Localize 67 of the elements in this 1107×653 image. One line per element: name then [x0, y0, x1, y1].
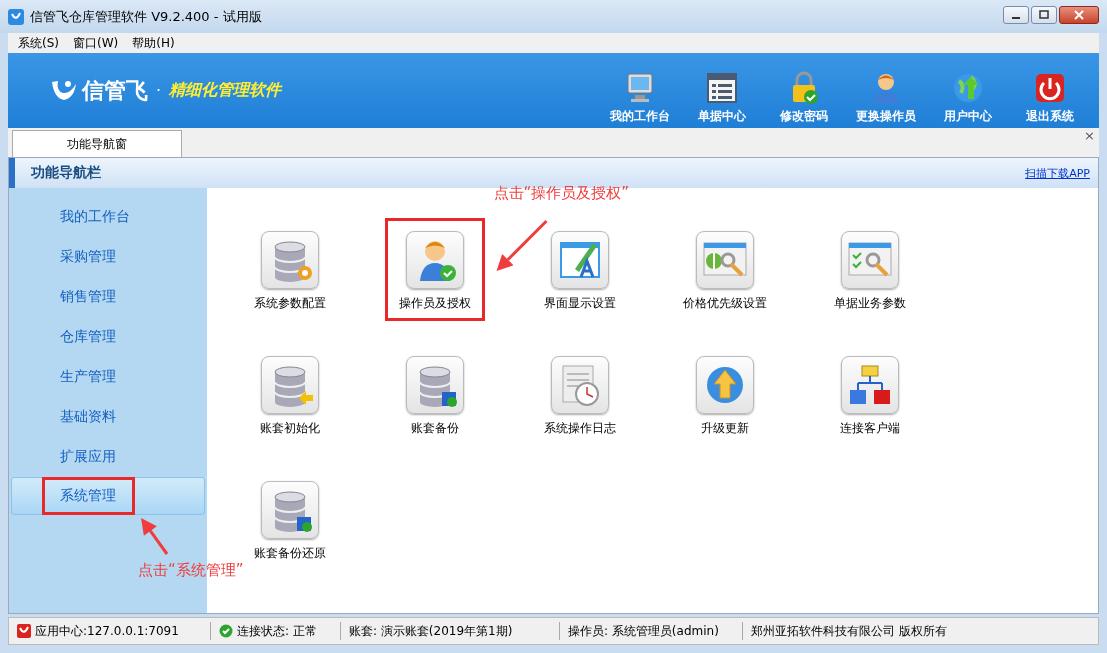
status-text: 郑州亚拓软件科技有限公司 版权所有	[751, 622, 947, 640]
tile-label: 系统参数配置	[253, 295, 326, 312]
power-icon	[1033, 71, 1067, 105]
menu-item[interactable]: 窗口(W)	[73, 34, 119, 52]
sidebar-item[interactable]: 销售管理	[9, 277, 207, 317]
sidebar-item[interactable]: 扩展应用	[9, 437, 207, 477]
sidebar-item[interactable]: 采购管理	[9, 237, 207, 277]
window-title: 信管飞仓库管理软件 V9.2.400 - 试用版	[30, 7, 263, 26]
tile-button[interactable]	[550, 356, 609, 414]
toolbar-button[interactable]: 退出系统	[1009, 71, 1091, 125]
close-tab-button[interactable]: ×	[1084, 128, 1095, 143]
status-text: 连接状态: 正常	[237, 622, 317, 640]
menu-item[interactable]: 帮助(H)	[132, 34, 175, 52]
tile-button[interactable]	[840, 231, 899, 289]
tile-button[interactable]	[840, 356, 899, 414]
tile-label: 账套初始化	[259, 420, 320, 437]
panel-title: 功能导航栏	[31, 164, 101, 182]
download-app-link[interactable]: 扫描下载APP	[1025, 165, 1090, 181]
annotation-text: 点击“操作员及授权”	[493, 184, 630, 203]
close-icon	[1074, 10, 1084, 20]
menu-item[interactable]: 系统(S)	[18, 34, 59, 52]
tile-label: 升级更新	[700, 420, 749, 437]
tab[interactable]: 功能导航窗	[12, 130, 182, 157]
status-text: 应用中心:127.0.0.1:7091	[35, 622, 179, 640]
toolbar-button[interactable]: 我的工作台	[599, 71, 681, 125]
list-icon	[705, 71, 739, 105]
tile-label: 价格优先级设置	[682, 295, 767, 312]
maximize-icon	[1039, 10, 1049, 20]
check-icon	[219, 624, 233, 638]
toolbar-button[interactable]: 单据中心	[681, 71, 763, 125]
brand-slogan: 精细化管理软件	[169, 80, 282, 101]
tile-label: 操作员及授权	[398, 295, 471, 312]
app-logo-icon	[8, 8, 24, 25]
toolbar-button[interactable]: 用户中心	[927, 71, 1009, 125]
tile-button[interactable]	[260, 231, 319, 289]
tile-label: 连接客户端	[839, 420, 900, 437]
sidebar-item[interactable]: 系统管理	[11, 477, 205, 515]
minimize-button[interactable]	[1003, 6, 1029, 24]
status-text: 账套: 演示账套(2019年第1期)	[349, 622, 513, 640]
tile-label: 单据业务参数	[833, 295, 906, 312]
tile-label: 账套备份	[410, 420, 459, 437]
sidebar-item[interactable]: 生产管理	[9, 357, 207, 397]
minimize-icon	[1012, 17, 1020, 19]
callout-arrow	[496, 219, 548, 271]
tile-button[interactable]	[260, 356, 319, 414]
maximize-button[interactable]	[1031, 6, 1057, 24]
globe-icon	[951, 71, 985, 105]
tile-button[interactable]	[260, 481, 319, 539]
sidebar-item[interactable]: 基础资料	[9, 397, 207, 437]
status-text: 操作员: 系统管理员(admin)	[568, 622, 719, 640]
brand-name: 信管飞	[82, 76, 148, 105]
toolbar-button[interactable]: 更换操作员	[845, 71, 927, 125]
toolbar-button[interactable]: 修改密码	[763, 71, 845, 125]
tile-button[interactable]	[405, 231, 464, 289]
tile-button[interactable]	[695, 356, 754, 414]
tile-label: 账套备份还原	[253, 545, 326, 562]
brand-separator: ·	[156, 81, 162, 100]
sidebar-item[interactable]: 我的工作台	[9, 197, 207, 237]
tile-label: 界面显示设置	[543, 295, 616, 312]
close-button[interactable]	[1059, 6, 1099, 24]
tile-label: 系统操作日志	[543, 420, 616, 437]
callout-arrow	[141, 518, 169, 555]
tile-button[interactable]	[550, 231, 609, 289]
annotation-text: 点击“系统管理”	[138, 561, 244, 580]
app-logo-icon	[17, 624, 31, 638]
tile-button[interactable]	[405, 356, 464, 414]
sidebar-item[interactable]: 仓库管理	[9, 317, 207, 357]
